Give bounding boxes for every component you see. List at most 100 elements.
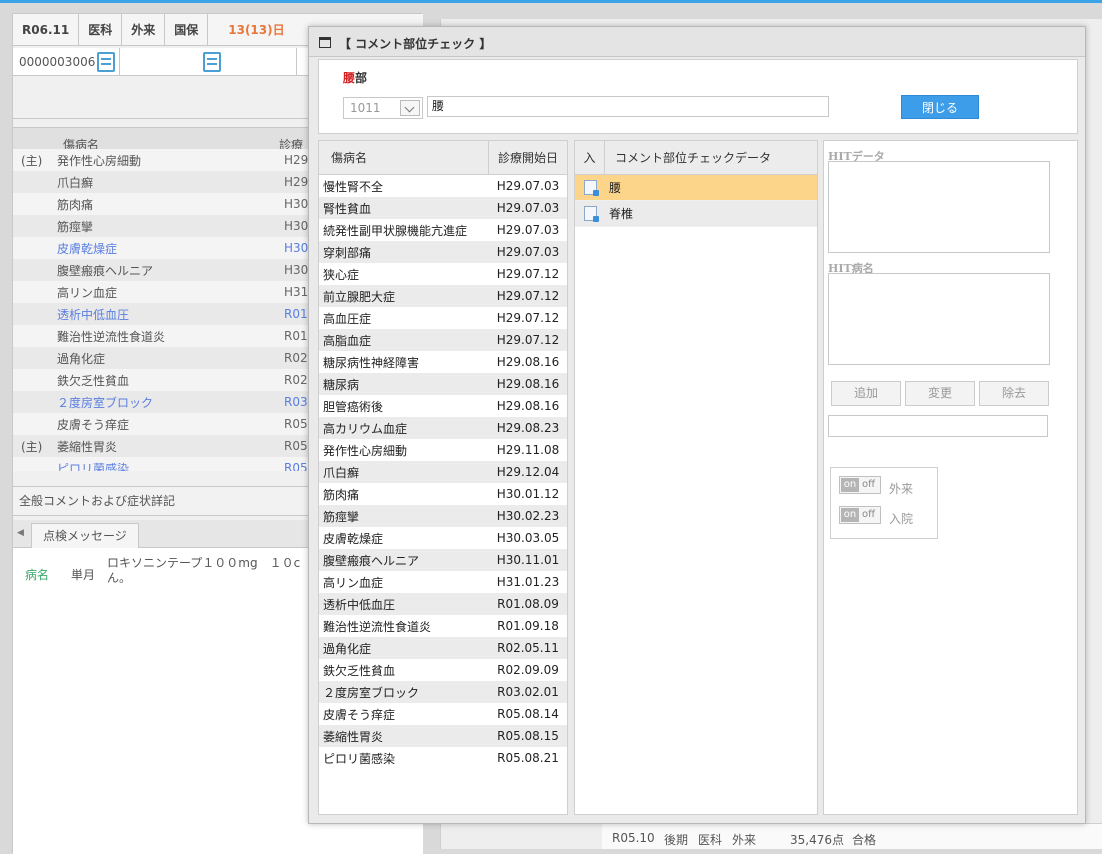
part-input-panel: 腰部 1011 腰 閉じる <box>318 59 1078 134</box>
table-row[interactable]: 腰 <box>575 175 817 201</box>
start-date-cell: H30.01.12 <box>496 487 560 501</box>
disease-date: R05 <box>284 439 308 453</box>
table-row[interactable]: 糖尿病 H29.08.16 <box>319 373 567 395</box>
table-row[interactable]: 高脂血症 H29.07.12 <box>319 329 567 351</box>
receipt-month: R05.10 <box>612 831 655 845</box>
start-date-cell: H29.12.04 <box>496 465 560 479</box>
table-row[interactable]: 筋痙攣 H30.02.23 <box>319 505 567 527</box>
disease-name-cell: 続発性副甲状腺機能亢進症 <box>323 223 468 238</box>
disease-name: 筋痙攣 <box>57 219 94 234</box>
disease-date: H30 <box>284 241 309 255</box>
table-row[interactable]: 皮膚乾燥症 H30.03.05 <box>319 527 567 549</box>
table-row[interactable]: 狭心症 H29.07.12 <box>319 263 567 285</box>
message-type: 病名 <box>25 568 50 582</box>
start-date-cell: H29.07.12 <box>496 311 560 325</box>
disease-name-cell: 透析中低血圧 <box>323 597 396 612</box>
disease-name: 筋肉痛 <box>57 197 94 212</box>
part-code-value: 1011 <box>350 101 381 115</box>
disease-name-cell: 高カリウム血症 <box>323 421 408 436</box>
document-icon[interactable] <box>203 52 221 72</box>
hit-input[interactable] <box>828 415 1048 437</box>
disease-name-cell: 高血圧症 <box>323 311 372 326</box>
table-row[interactable]: 高血圧症 H29.07.12 <box>319 307 567 329</box>
receipt-row[interactable]: R05.10 後期 医科 外来 35,476点 合格 <box>602 823 1102 849</box>
inpatient-toggle[interactable]: on off <box>839 506 881 524</box>
tab-left-arrow-icon[interactable]: ◀ <box>17 528 24 538</box>
disease-name: 腹壁瘢痕ヘルニア <box>57 263 154 278</box>
part-label-required: 腰 <box>343 71 356 85</box>
tab-check-message[interactable]: 点検メッセージ <box>31 523 139 548</box>
hit-disease-textarea[interactable] <box>828 273 1050 365</box>
disease-name: 鉄欠乏性貧血 <box>57 373 130 388</box>
receipt-points: 35,476点 <box>790 833 844 847</box>
table-row[interactable]: 爪白癬 H29.12.04 <box>319 461 567 483</box>
table-row[interactable]: 難治性逆流性食道炎 R01.09.18 <box>319 615 567 637</box>
disease-date: R01 <box>284 329 308 343</box>
table-row[interactable]: 腎性貧血 H29.07.03 <box>319 197 567 219</box>
table-row[interactable]: 高カリウム血症 H29.08.23 <box>319 417 567 439</box>
start-date-cell: R05.08.15 <box>497 729 559 743</box>
disease-name: 皮膚そう痒症 <box>57 417 130 432</box>
start-date-header[interactable]: 診療開始日 <box>489 141 567 174</box>
comment-part-check-dialog: 【 コメント部位チェック 】 腰部 1011 腰 閉じる 傷病名 診療開始日 慢… <box>308 26 1086 824</box>
disease-name-cell: 高脂血症 <box>323 333 372 348</box>
table-row[interactable]: 透析中低血圧 R01.08.09 <box>319 593 567 615</box>
dialog-title-bar[interactable]: 【 コメント部位チェック 】 <box>309 27 1085 57</box>
message-period: 単月 <box>71 568 96 582</box>
file-import-icon[interactable] <box>583 206 599 222</box>
table-row[interactable]: 発作性心房細動 H29.11.08 <box>319 439 567 461</box>
close-button[interactable]: 閉じる <box>901 95 979 119</box>
table-row[interactable]: 皮膚そう痒症 R05.08.14 <box>319 703 567 725</box>
table-row[interactable]: ２度房室ブロック R03.02.01 <box>319 681 567 703</box>
check-data-column-header: コメント部位チェックデータ <box>615 151 772 165</box>
start-date-cell: R01.09.18 <box>497 619 559 633</box>
table-row[interactable]: 胆管癌術後 H29.08.16 <box>319 395 567 417</box>
table-row[interactable]: ピロリ菌感染 R05.08.21 <box>319 747 567 769</box>
table-row[interactable]: 高リン血症 H31.01.23 <box>319 571 567 593</box>
remove-button[interactable]: 除去 <box>979 381 1049 406</box>
disease-name-cell: 糖尿病 <box>323 377 360 392</box>
start-date-cell: H29.08.23 <box>496 421 560 435</box>
change-button[interactable]: 変更 <box>905 381 975 406</box>
disease-table: 傷病名 診療開始日 慢性腎不全 H29.07.03 腎性貧血 H29.07.03 続発性… <box>318 140 568 815</box>
disease-name-cell: 鉄欠乏性貧血 <box>323 663 396 678</box>
cell-divider <box>296 48 297 76</box>
table-row[interactable]: 続発性副甲状腺機能亢進症 H29.07.03 <box>319 219 567 241</box>
inpatient-label: 入院 <box>889 512 914 526</box>
table-row[interactable]: 筋肉痛 H30.01.12 <box>319 483 567 505</box>
table-row[interactable]: 過角化症 R02.05.11 <box>319 637 567 659</box>
start-date-cell: H29.11.08 <box>496 443 560 457</box>
chevron-down-icon[interactable] <box>400 100 420 116</box>
table-row[interactable]: 穿刺部痛 H29.07.03 <box>319 241 567 263</box>
patient-id: 0000003006 <box>19 55 96 69</box>
toggle-off-label: off <box>862 479 876 490</box>
outpatient-toggle[interactable]: on off <box>839 476 881 494</box>
table-row[interactable]: 脊椎 <box>575 201 817 227</box>
disease-table-body: 慢性腎不全 H29.07.03 腎性貧血 H29.07.03 続発性副甲状腺機能亢進症 H… <box>319 175 567 769</box>
part-code-select[interactable]: 1011 <box>343 97 423 119</box>
part-name-input[interactable]: 腰 <box>427 96 829 117</box>
add-button[interactable]: 追加 <box>831 381 901 406</box>
table-row[interactable]: 前立腺肥大症 H29.07.12 <box>319 285 567 307</box>
start-date-cell: R05.08.21 <box>497 751 559 765</box>
disease-name-cell: ２度房室ブロック <box>323 685 420 700</box>
table-row[interactable]: 糖尿病性神経障害 H29.08.16 <box>319 351 567 373</box>
hit-data-textarea[interactable] <box>828 161 1050 253</box>
table-row[interactable]: 萎縮性胃炎 R05.08.15 <box>319 725 567 747</box>
table-row[interactable]: 慢性腎不全 H29.07.03 <box>319 175 567 197</box>
check-data-value: 腰 <box>609 181 622 195</box>
table-row[interactable]: 腹壁瘢痕ヘルニア H30.11.01 <box>319 549 567 571</box>
document-icon[interactable] <box>97 52 115 72</box>
disease-name: ２度房室ブロック <box>57 395 154 410</box>
disease-name-header[interactable]: 傷病名 <box>319 141 489 174</box>
disease-name-cell: 腎性貧血 <box>323 201 372 216</box>
table-row[interactable]: 鉄欠乏性貧血 R02.09.09 <box>319 659 567 681</box>
disease-name-cell: 腹壁瘢痕ヘルニア <box>323 553 420 568</box>
start-date-cell: H29.07.03 <box>496 223 560 237</box>
start-date-cell: H29.07.12 <box>496 289 560 303</box>
hit-panel: HITデータ HIT病名 追加 変更 除去 on off 外来 on off 入… <box>823 140 1078 815</box>
comment-part-table-header: 入 コメント部位チェックデータ <box>575 141 817 175</box>
file-import-icon[interactable] <box>583 180 599 196</box>
part-label-rest: 部 <box>355 71 368 85</box>
disease-date: H30 <box>284 263 309 277</box>
